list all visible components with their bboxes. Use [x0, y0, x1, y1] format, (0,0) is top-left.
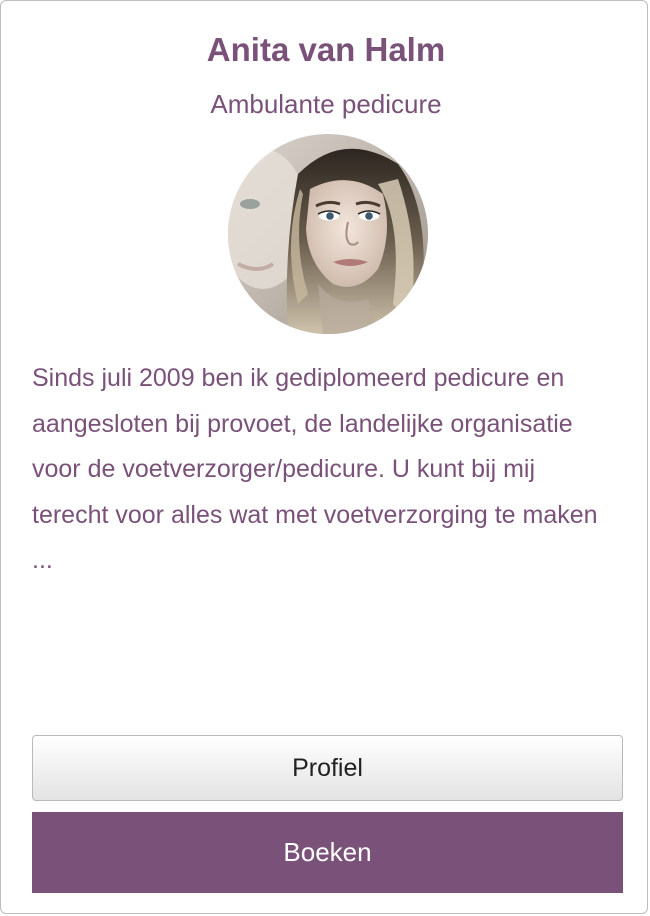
profile-button[interactable]: Profiel: [32, 735, 623, 801]
profile-description: Sinds juli 2009 ben ik gediplomeerd pedi…: [32, 364, 598, 574]
profile-button-label: Profiel: [292, 753, 363, 782]
book-button[interactable]: Boeken: [32, 812, 623, 893]
avatar: [228, 134, 428, 334]
profile-card: Anita van Halm Ambulante pedicure Sinds …: [0, 0, 648, 914]
avatar-photo: [228, 134, 428, 334]
profile-role: Ambulante pedicure: [210, 89, 442, 119]
profile-name: Anita van Halm: [206, 31, 446, 68]
book-button-label: Boeken: [283, 837, 372, 867]
